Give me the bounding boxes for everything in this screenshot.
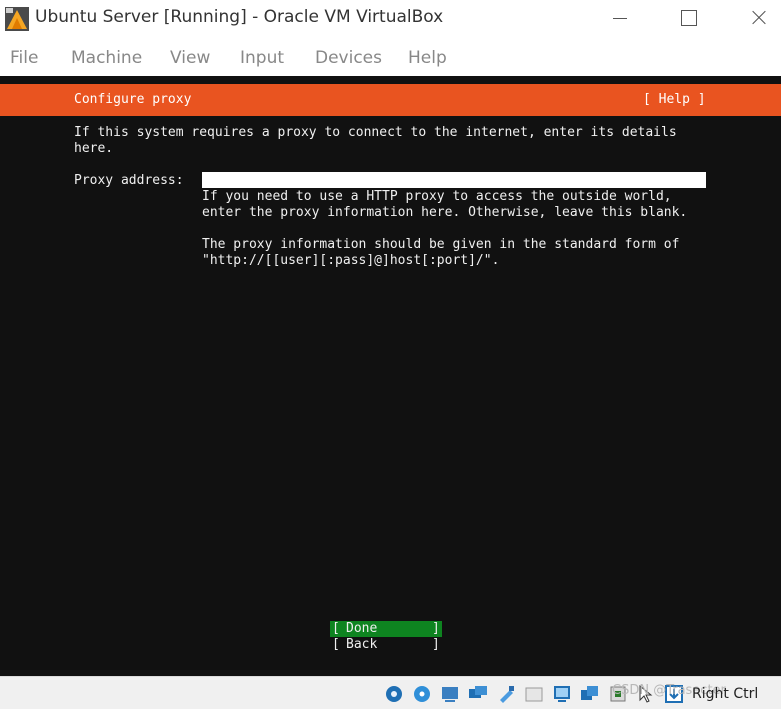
back-button[interactable]: [ Back ]	[330, 637, 442, 653]
display-icon[interactable]	[552, 684, 572, 704]
virtualbox-icon	[5, 7, 29, 31]
host-key-label: Right Ctrl	[692, 686, 759, 702]
bracket-close: ]	[432, 621, 440, 636]
vm-screen[interactable]: Configure proxy [ Help ] If this system …	[0, 76, 781, 676]
close-icon[interactable]	[735, 0, 781, 36]
done-button[interactable]: [ Done ]	[330, 621, 442, 637]
menu-machine[interactable]: Machine	[71, 48, 142, 68]
installer-header: Configure proxy [ Help ]	[0, 84, 781, 116]
shared-folders-icon[interactable]	[524, 684, 544, 704]
menu-file[interactable]: File	[10, 48, 38, 68]
proxy-help-line-1: If you need to use a HTTP proxy to acces…	[202, 189, 672, 204]
back-button-label: Back	[346, 637, 378, 652]
status-bar: CSDN @Trasecter Right Ctrl	[0, 676, 781, 709]
bracket-close: ]	[432, 637, 440, 652]
page-title: Configure proxy	[74, 92, 192, 107]
proxy-address-input[interactable]	[202, 172, 706, 188]
menu-devices[interactable]: Devices	[315, 48, 382, 68]
usb-icon[interactable]	[496, 684, 516, 704]
done-button-label: Done	[346, 621, 378, 636]
maximize-icon[interactable]	[665, 0, 711, 36]
help-button[interactable]: [ Help ]	[643, 92, 706, 108]
network-icon[interactable]	[468, 684, 488, 704]
intro-text-line-2: here.	[74, 141, 114, 156]
minimize-icon[interactable]	[597, 0, 643, 36]
bracket-open: [	[332, 637, 340, 652]
title-bar: Ubuntu Server [Running] - Oracle VM Virt…	[0, 0, 781, 38]
menu-bar: File Machine View Input Devices Help	[0, 38, 781, 76]
proxy-help-line-4: "http://[[user][:pass]@]host[:port]/".	[202, 253, 500, 268]
optical-drive-icon[interactable]	[412, 684, 432, 704]
menu-help[interactable]: Help	[408, 48, 447, 68]
menu-view[interactable]: View	[170, 48, 210, 68]
audio-icon[interactable]	[440, 684, 460, 704]
window-title: Ubuntu Server [Running] - Oracle VM Virt…	[35, 7, 444, 27]
intro-text-line-1: If this system requires a proxy to conne…	[74, 125, 677, 140]
proxy-help-line-2: enter the proxy information here. Otherw…	[202, 205, 688, 220]
bracket-open: [	[332, 621, 340, 636]
hard-disk-icon[interactable]	[384, 684, 404, 704]
proxy-address-label: Proxy address:	[74, 173, 184, 188]
proxy-help-line-3: The proxy information should be given in…	[202, 237, 680, 252]
recording-icon[interactable]	[580, 684, 600, 704]
menu-input[interactable]: Input	[240, 48, 284, 68]
